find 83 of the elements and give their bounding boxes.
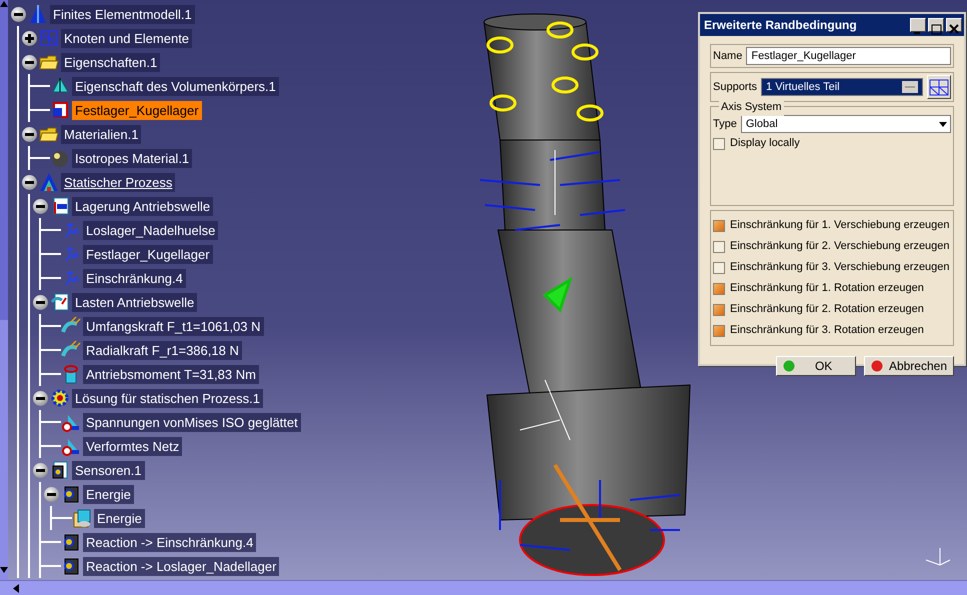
tree-item[interactable]: Sensoren.1 [72, 460, 144, 480]
checkbox[interactable] [713, 304, 725, 316]
checkbox-label: Einschränkung für 3. Rotation erzeugen [730, 323, 924, 338]
scroll-down-icon[interactable] [0, 567, 8, 573]
field-label: Type [713, 116, 737, 132]
spin-icon [902, 79, 918, 95]
checkbox[interactable] [713, 262, 725, 274]
ok-button[interactable]: OK [776, 356, 856, 376]
checkbox-label: Einschränkung für 3. Verschiebung erzeugen [730, 260, 950, 276]
tree-item[interactable]: Loslager_Nadelhuelse [83, 220, 218, 240]
cube-icon [50, 100, 70, 120]
horizontal-scrollbar[interactable] [0, 580, 967, 595]
box-icon [72, 508, 92, 528]
checkbox[interactable] [713, 138, 725, 150]
sensor-icon [61, 556, 81, 576]
type-dropdown[interactable]: Global [740, 115, 951, 133]
tree-item[interactable]: Statischer Prozess [61, 172, 176, 192]
collapse-icon[interactable] [22, 54, 36, 70]
tree-item[interactable]: Energie [83, 484, 134, 504]
tree-item[interactable]: Reaction -> Loslager_Nadellager [83, 556, 280, 576]
checkbox-label: Einschränkung für 1. Verschiebung erzeugen [730, 218, 950, 234]
tree-item[interactable]: Lagerung Antriebswelle [72, 196, 214, 216]
collapse-icon[interactable] [32, 390, 48, 406]
tree-item[interactable]: Materialien.1 [61, 124, 142, 144]
checkbox[interactable] [713, 240, 725, 252]
group-label: Axis System [719, 99, 784, 116]
document-icon [50, 292, 70, 312]
collapse-icon[interactable] [32, 198, 48, 214]
tree-item[interactable]: Einschränkung.4 [83, 268, 186, 288]
tree-item[interactable]: Spannungen vonMises ISO geglättet [83, 412, 301, 432]
checkbox[interactable] [713, 282, 725, 294]
collapse-icon[interactable] [22, 126, 36, 142]
tree-item[interactable]: Lasten Antriebswelle [72, 292, 198, 312]
checkbox-label: Einschränkung für 2. Verschiebung erzeugen [730, 239, 950, 254]
mesh-icon [39, 28, 59, 48]
field-label: Name [713, 48, 742, 64]
triangle-icon [39, 172, 59, 192]
tree-item[interactable]: Antriebsmoment T=31,83 Nm [83, 364, 259, 384]
checkbox-label: Display locally [730, 136, 800, 152]
cancel-button[interactable]: Abbrechen [864, 356, 954, 376]
sensor-icon [61, 484, 81, 504]
gear-icon [50, 388, 70, 408]
sphere-icon [50, 148, 70, 168]
mesh-button[interactable] [927, 75, 951, 99]
tree-item[interactable]: Eigenschaften.1 [61, 52, 160, 72]
tree-item[interactable]: Festlager_Kugellager [72, 100, 202, 120]
collapse-icon[interactable] [32, 294, 48, 310]
tree-item[interactable]: Finites Elementmodell.1 [50, 4, 195, 24]
tree-item[interactable]: Festlager_Kugellager [83, 244, 213, 264]
tree-item[interactable]: Eigenschaft des Volumenkörpers.1 [72, 76, 279, 96]
sensor-icon [50, 460, 70, 480]
tree-item[interactable]: Verformtes Netz [83, 436, 182, 456]
collapse-icon[interactable] [10, 6, 26, 22]
tree-item[interactable]: Radialkraft F_r1=386,18 N [83, 340, 242, 360]
window-title: Erweiterte Randbedingung [704, 17, 857, 34]
minimize-button[interactable] [910, 18, 926, 32]
expand-icon[interactable] [22, 30, 36, 46]
checkbox-label: Einschränkung für 1. Rotation erzeugen [730, 281, 924, 296]
maximize-button[interactable] [928, 18, 944, 32]
field-label: Supports [713, 80, 758, 95]
tree-item[interactable]: Reaction -> Einschränkung.4 [83, 532, 256, 552]
supports-field[interactable]: 1 Virtuelles Teil [761, 78, 923, 96]
collapse-icon[interactable] [44, 486, 58, 502]
close-button[interactable] [946, 18, 962, 32]
scroll-up-icon[interactable] [0, 1, 8, 7]
scroll-left-icon[interactable] [12, 584, 20, 592]
axis-icon [926, 548, 950, 566]
status-dot-icon [782, 360, 795, 372]
tree-item[interactable]: Energie [94, 508, 145, 528]
status-dot-icon [870, 360, 883, 372]
checkbox-label: Einschränkung für 2. Rotation erzeugen [730, 302, 924, 318]
tree-item[interactable]: Knoten und Elemente [61, 28, 192, 48]
checkbox[interactable] [713, 324, 725, 336]
tree-item[interactable]: Umfangskraft F_t1=1061,03 N [83, 316, 264, 336]
collapse-icon[interactable] [22, 174, 36, 190]
checkbox[interactable] [713, 220, 725, 232]
collapse-icon[interactable] [32, 462, 48, 478]
name-field[interactable]: Festlager_Kugellager [746, 47, 951, 65]
tree-item[interactable]: Isotropes Material.1 [72, 148, 192, 168]
cylinder-icon [61, 364, 81, 384]
model-icon [28, 4, 48, 24]
sensor-icon [61, 532, 81, 552]
tree-item[interactable]: Lösung für statischen Prozess.1 [72, 388, 263, 408]
